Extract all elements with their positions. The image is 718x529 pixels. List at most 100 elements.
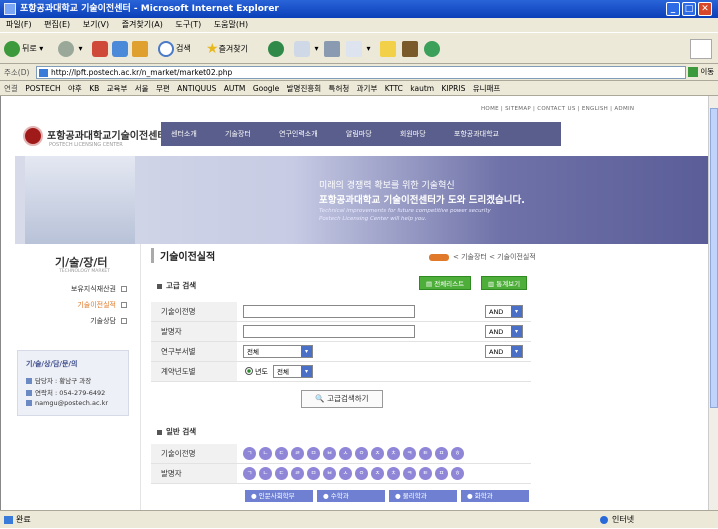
sidebar-item-ip[interactable]: 보유지식재산권 xyxy=(15,284,127,294)
jamo-button[interactable]: ㅌ xyxy=(419,467,432,480)
nav-postech[interactable]: 포항공과대학교 xyxy=(454,130,499,138)
scrollbar-thumb[interactable] xyxy=(710,108,718,408)
forward-button[interactable]: ▾ xyxy=(58,39,83,59)
tech-title-input[interactable] xyxy=(243,305,415,318)
jamo-button[interactable]: ㄴ xyxy=(259,447,272,460)
search-button[interactable]: 검색 xyxy=(158,39,191,59)
back-button[interactable]: 뒤로 ▾ xyxy=(4,39,43,59)
link-kautm[interactable]: kautm xyxy=(410,84,434,93)
jamo-button[interactable]: ㅋ xyxy=(403,467,416,480)
jamo-button[interactable]: ㄷ xyxy=(275,467,288,480)
refresh-button[interactable] xyxy=(112,39,130,59)
nav-members[interactable]: 회원마당 xyxy=(400,130,426,138)
nav-notices[interactable]: 알림마당 xyxy=(346,130,372,138)
discuss-button[interactable] xyxy=(380,39,398,59)
edit-button[interactable]: ▾ xyxy=(346,39,371,59)
site-logo[interactable]: 포항공과대학교기술이전센터 POSTECH LICENSING CENTER xyxy=(23,126,167,148)
full-list-button[interactable]: ▤ 전체리스트 xyxy=(419,276,472,290)
link-antiquus[interactable]: ANTIQUUS xyxy=(177,84,216,93)
jamo-button[interactable]: ㄴ xyxy=(259,467,272,480)
dept-tab-humanities[interactable]: ● 인문사회학부 xyxy=(245,490,313,502)
jamo-button[interactable]: ㅈ xyxy=(371,467,384,480)
sidebar-item-consult[interactable]: 기술상담 xyxy=(15,316,127,326)
jamo-button[interactable]: ㄹ xyxy=(291,467,304,480)
jamo-button[interactable]: ㅂ xyxy=(323,467,336,480)
jamo-button[interactable]: ㅍ xyxy=(435,467,448,480)
home-badge-icon[interactable] xyxy=(429,253,449,261)
vertical-scrollbar[interactable] xyxy=(708,96,718,510)
dept-select[interactable]: 전체 ▾ xyxy=(243,345,313,358)
jamo-button[interactable]: ㅇ xyxy=(355,447,368,460)
sidebar-item-transfer[interactable]: 기술이전실적 xyxy=(15,300,127,310)
jamo-button[interactable]: ㅎ xyxy=(451,447,464,460)
home-button[interactable] xyxy=(132,39,150,59)
jamo-button[interactable]: ㅍ xyxy=(435,447,448,460)
op-select-title[interactable]: AND ▾ xyxy=(485,305,523,318)
jamo-button[interactable]: ㅁ xyxy=(307,447,320,460)
dept-tab-physics[interactable]: ● 물리학과 xyxy=(389,490,457,502)
address-input[interactable]: http://lpft.postech.ac.kr/n_market/marke… xyxy=(36,66,686,79)
jamo-button[interactable]: ㅎ xyxy=(451,467,464,480)
menu-file[interactable]: 파일(F) xyxy=(6,20,32,29)
menu-view[interactable]: 보기(V) xyxy=(83,20,109,29)
jamo-button[interactable]: ㅊ xyxy=(387,447,400,460)
jamo-button[interactable]: ㅂ xyxy=(323,447,336,460)
menu-favorites[interactable]: 즐겨찾기(A) xyxy=(122,20,163,29)
link-mupyeon[interactable]: 무편 xyxy=(156,84,170,93)
op-select-inventor[interactable]: AND ▾ xyxy=(485,325,523,338)
link-moe[interactable]: 교육부 xyxy=(107,84,128,93)
link-kipa[interactable]: 발명진흥회 xyxy=(287,84,322,93)
jamo-button[interactable]: ㄱ xyxy=(243,447,256,460)
minimize-button[interactable]: _ xyxy=(666,2,680,16)
nav-center-intro[interactable]: 센터소개 xyxy=(171,130,197,138)
jamo-button[interactable]: ㅊ xyxy=(387,467,400,480)
jamo-button[interactable]: ㄷ xyxy=(275,447,288,460)
jamo-button[interactable]: ㄱ xyxy=(243,467,256,480)
stop-button[interactable] xyxy=(92,39,110,59)
nav-researchers[interactable]: 연구인력소개 xyxy=(279,130,318,138)
op-select-dept[interactable]: AND ▾ xyxy=(485,345,523,358)
forward-arrow-icon xyxy=(58,40,74,57)
jamo-button[interactable]: ㄹ xyxy=(291,447,304,460)
jamo-button[interactable]: ㅌ xyxy=(419,447,432,460)
jamo-button[interactable]: ㅅ xyxy=(339,467,352,480)
header-links[interactable]: HOME | SITEMAP | CONTACT US | ENGLISH | … xyxy=(481,106,634,112)
favorites-button[interactable]: ★즐겨찾기 xyxy=(206,39,248,59)
dept-tab-math[interactable]: ● 수학과 xyxy=(317,490,385,502)
menu-edit[interactable]: 편집(E) xyxy=(44,20,70,29)
messenger-button[interactable] xyxy=(424,39,442,59)
inventor-input[interactable] xyxy=(243,325,415,338)
link-yahoo[interactable]: 야후 xyxy=(68,84,82,93)
stats-button[interactable]: ▥ 통계보기 xyxy=(481,276,528,290)
close-button[interactable]: ✕ xyxy=(698,2,712,16)
link-seoul[interactable]: 서울 xyxy=(135,84,149,93)
link-most[interactable]: 과기부 xyxy=(357,84,378,93)
dept-tab-chemistry[interactable]: ● 화학과 xyxy=(461,490,529,502)
link-postech[interactable]: POSTECH xyxy=(25,84,60,93)
jamo-button[interactable]: ㅅ xyxy=(339,447,352,460)
link-kipo[interactable]: 특허청 xyxy=(329,84,350,93)
history-button[interactable] xyxy=(268,39,286,59)
link-kipris[interactable]: KIPRIS xyxy=(442,84,466,93)
jamo-button[interactable]: ㅋ xyxy=(403,447,416,460)
mail-button[interactable]: ▾ xyxy=(294,39,319,59)
print-button[interactable] xyxy=(324,39,342,59)
jamo-button[interactable]: ㅇ xyxy=(355,467,368,480)
link-kttc[interactable]: KTTC xyxy=(385,84,403,93)
jamo-button[interactable]: ㅁ xyxy=(307,467,320,480)
advanced-search-button[interactable]: 🔍 고급검색하기 xyxy=(301,390,383,408)
link-autm[interactable]: AUTM xyxy=(224,84,246,93)
link-google[interactable]: Google xyxy=(253,84,279,93)
go-button[interactable]: 이동 xyxy=(688,66,714,77)
menu-help[interactable]: 도움말(H) xyxy=(214,20,248,29)
nav-tech-market[interactable]: 기술장터 xyxy=(225,130,251,138)
contact-email[interactable]: namgu@postech.ac.kr xyxy=(26,399,108,407)
link-kb[interactable]: KB xyxy=(89,84,99,93)
jamo-button[interactable]: ㅈ xyxy=(371,447,384,460)
menu-tools[interactable]: 도구(T) xyxy=(175,20,201,29)
research-button[interactable] xyxy=(402,39,420,59)
link-unipaf[interactable]: 유니패프 xyxy=(473,84,501,93)
year-radio[interactable] xyxy=(245,367,253,375)
year-select[interactable]: 전체 ▾ xyxy=(273,365,313,378)
maximize-button[interactable]: □ xyxy=(682,2,696,16)
